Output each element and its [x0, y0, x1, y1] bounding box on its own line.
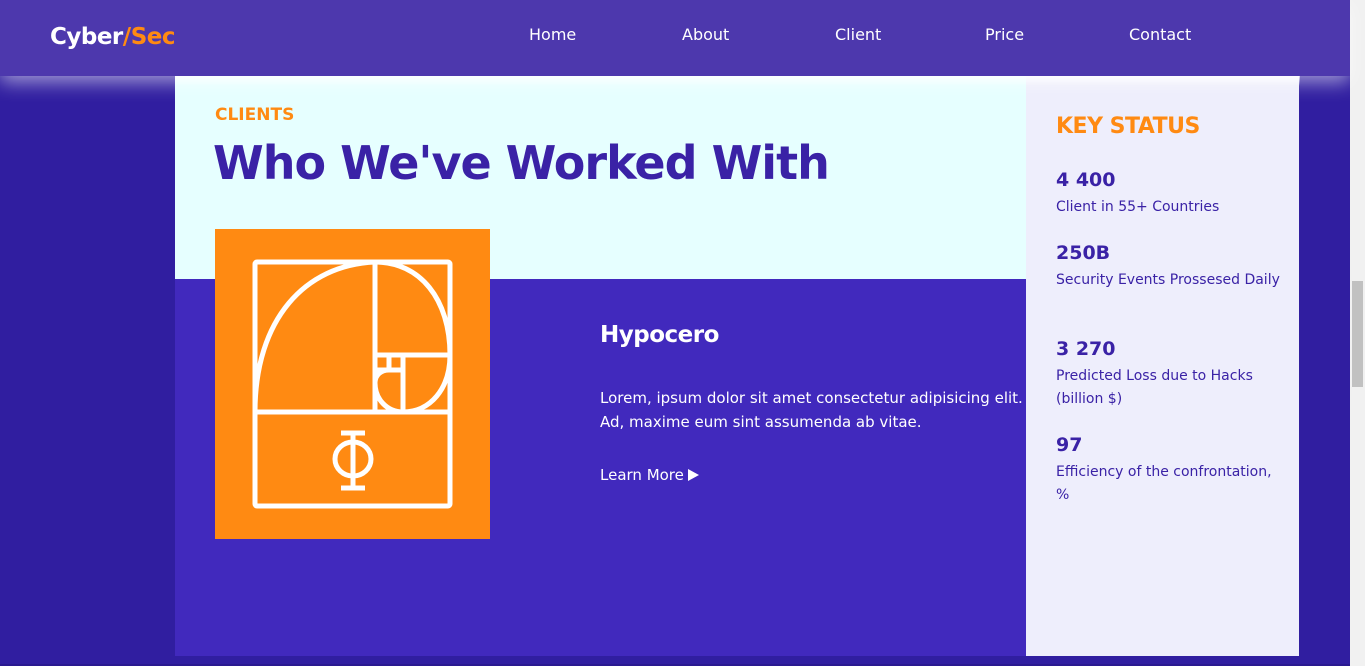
stat-value: 250B: [1056, 242, 1111, 264]
page: Cyber/Sec Home About Client Price Contac…: [0, 0, 1365, 666]
client-name: Hypocero: [600, 322, 719, 348]
stat-label: Efficiency of the confrontation, %: [1056, 464, 1272, 503]
logo-text-sec: Sec: [130, 24, 176, 50]
client-logo: [215, 229, 490, 539]
key-status-sidebar: KEY STATUS 4 400 Client in 55+ Countries…: [1026, 76, 1299, 656]
learn-more-label: Learn More: [600, 466, 684, 484]
stat-item: 3 270 Predicted Loss due to Hacks (billi…: [1056, 337, 1286, 411]
navbar: Cyber/Sec Home About Client Price Contac…: [0, 0, 1350, 86]
nav-link-price[interactable]: Price: [985, 25, 1024, 44]
play-arrow-icon: [687, 469, 699, 481]
section-title: Who We've Worked With: [213, 136, 830, 190]
key-status-title: KEY STATUS: [1056, 114, 1200, 139]
stat-label: Client in 55+ Countries: [1056, 199, 1220, 215]
nav-link-contact[interactable]: Contact: [1129, 25, 1191, 44]
stat-label: Security Events Prossesed Daily: [1056, 272, 1280, 288]
stat-value: 97: [1056, 434, 1083, 456]
stat-item: 4 400 Client in 55+ Countries: [1056, 168, 1286, 219]
golden-ratio-phi-icon: [252, 259, 453, 509]
nav-link-home[interactable]: Home: [529, 25, 576, 44]
brand-logo[interactable]: Cyber/Sec: [50, 24, 176, 50]
learn-more-link[interactable]: Learn More: [600, 466, 699, 484]
scrollbar-thumb[interactable]: [1352, 281, 1363, 387]
stat-value: 4 400: [1056, 169, 1116, 191]
stat-item: 250B Security Events Prossesed Daily: [1056, 241, 1286, 292]
nav-link-about[interactable]: About: [682, 25, 729, 44]
stat-value: 3 270: [1056, 338, 1116, 360]
stat-label: Predicted Loss due to Hacks (billion $): [1056, 368, 1253, 407]
logo-separator: /: [122, 24, 131, 50]
vertical-scrollbar[interactable]: [1350, 0, 1365, 666]
client-description: Lorem, ipsum dolor sit amet consectetur …: [600, 389, 1023, 431]
section-eyebrow: CLIENTS: [215, 105, 295, 125]
nav-link-client[interactable]: Client: [835, 25, 881, 44]
logo-text-cyber: Cyber: [50, 24, 123, 50]
stat-item: 97 Efficiency of the confrontation, %: [1056, 433, 1286, 507]
